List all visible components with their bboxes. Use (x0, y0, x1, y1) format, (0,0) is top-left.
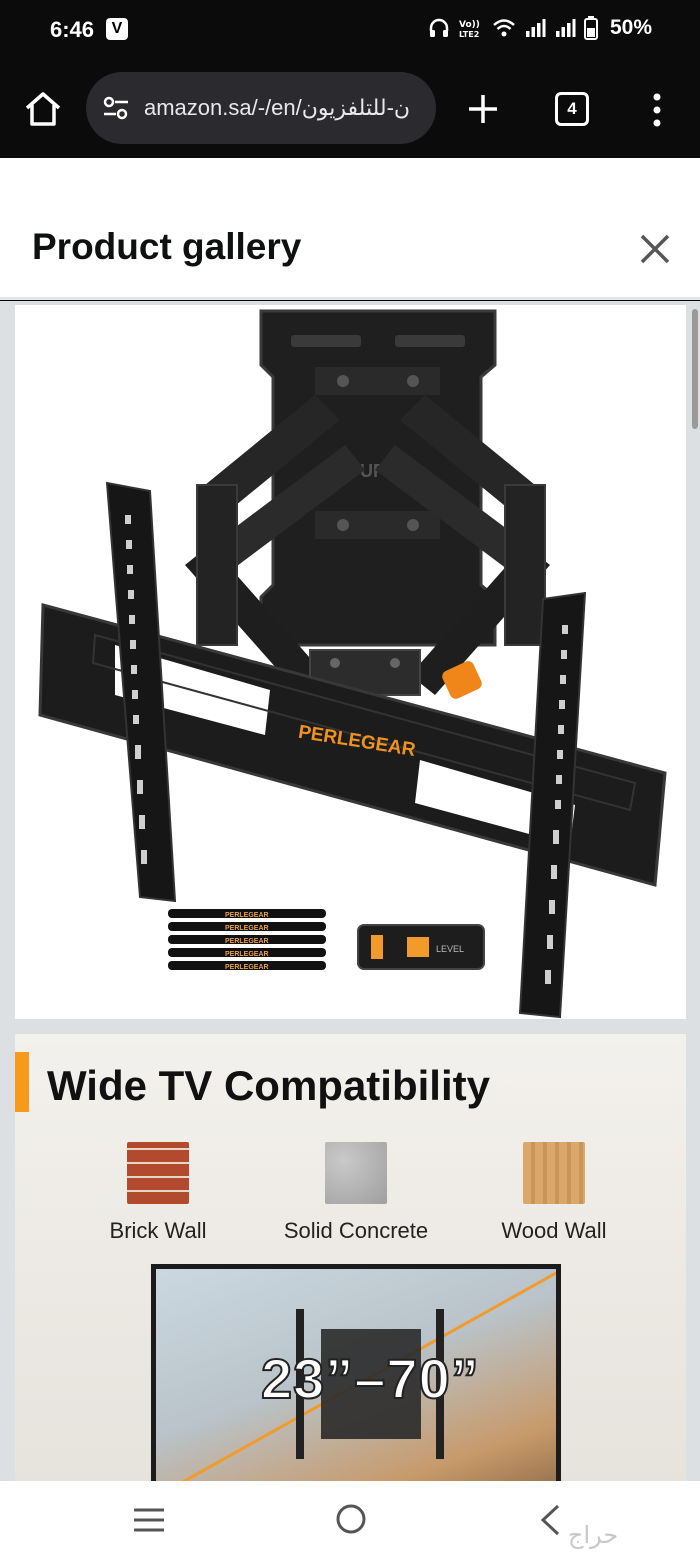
material-brick: Brick Wall (58, 1142, 258, 1244)
wifi-icon (493, 19, 515, 37)
app-notification-icon: V (106, 18, 128, 40)
strap-label: PERLEGEAR (225, 964, 269, 971)
url-text[interactable]: amazon.sa/-/en/ن-للتلفزيون (144, 95, 410, 121)
material-wood: Wood Wall (454, 1142, 654, 1244)
svg-text:LTE2: LTE2 (459, 30, 479, 39)
battery-icon (583, 16, 598, 40)
material-label: Solid Concrete (283, 1218, 429, 1243)
home-icon[interactable] (22, 88, 64, 130)
status-time: 6:46 (50, 17, 95, 42)
watermark: حراج (568, 1522, 619, 1549)
strap-label: PERLEGEAR (225, 925, 269, 932)
tv-mount-illustration: UP PERLEGEAR PERLEGEAR PERLEGEAR PERLEGE… (38, 309, 667, 1019)
page-title: Product gallery (32, 226, 302, 267)
recents-icon[interactable] (132, 1505, 166, 1535)
brick-swatch-icon (127, 1142, 189, 1204)
status-bar: 6:46 V Vo)) LTE2 50% (0, 0, 700, 60)
tab-switcher-button[interactable]: 4 (555, 92, 589, 126)
strap-label: PERLEGEAR (225, 951, 269, 958)
compat-title: Wide TV Compatibility (47, 1062, 490, 1109)
url-bar[interactable]: amazon.sa/-/en/ن-للتلفزيون (86, 72, 436, 144)
back-icon[interactable] (538, 1503, 562, 1537)
size-range-label: 23”–70” (260, 1346, 480, 1411)
material-label: Brick Wall (109, 1218, 207, 1243)
volte-icon: Vo))LTE2 (459, 20, 480, 39)
more-menu-icon[interactable] (645, 90, 669, 130)
site-settings-icon[interactable] (100, 92, 132, 124)
bubble-level: LEVEL (357, 924, 485, 970)
svg-text:Vo)): Vo)) (459, 20, 480, 30)
new-tab-icon[interactable] (466, 92, 500, 126)
headphones-icon (429, 18, 449, 37)
level-label: LEVEL (436, 944, 464, 954)
scrollbar[interactable] (692, 309, 698, 429)
status-icons: Vo)) LTE2 50% (428, 16, 652, 40)
gallery-header: Product gallery (0, 158, 700, 300)
signal-icon-2 (555, 19, 576, 37)
browser-toolbar: amazon.sa/-/en/ن-للتلفزيون 4 (0, 60, 700, 158)
material-label: Wood Wall (501, 1218, 607, 1243)
close-icon[interactable] (636, 230, 674, 268)
signal-icon (525, 19, 546, 37)
system-nav-bar: حراج (0, 1481, 700, 1556)
cable-straps: PERLEGEAR PERLEGEAR PERLEGEAR PERLEGEAR … (168, 909, 326, 971)
strap-label: PERLEGEAR (225, 912, 269, 919)
wood-swatch-icon (523, 1142, 585, 1204)
nav-home-icon[interactable] (335, 1503, 367, 1535)
product-image-1[interactable]: UP PERLEGEAR PERLEGEAR PERLEGEAR PERLEGE… (15, 305, 686, 1019)
strap-label: PERLEGEAR (225, 938, 269, 945)
gallery-scroll-area[interactable]: UP PERLEGEAR PERLEGEAR PERLEGEAR PERLEGE… (0, 301, 700, 1481)
battery-percent: 50% (609, 16, 652, 39)
product-image-2[interactable]: Wide TV Compatibility Brick Wall Solid C… (15, 1034, 686, 1481)
material-concrete: Solid Concrete (256, 1142, 456, 1244)
title-accent (15, 1052, 29, 1112)
concrete-swatch-icon (325, 1142, 387, 1204)
